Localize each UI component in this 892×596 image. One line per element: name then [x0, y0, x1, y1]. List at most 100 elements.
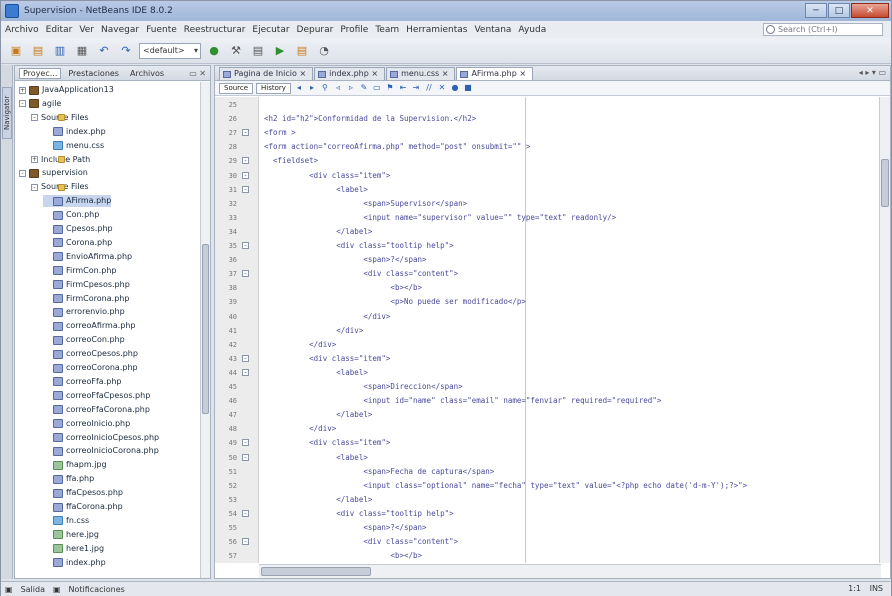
- tree-node[interactable]: correoCpesos.php: [43, 348, 138, 360]
- tree-node[interactable]: fhapm.jpg: [43, 459, 107, 471]
- tree-node[interactable]: index.php: [43, 557, 106, 569]
- close-tab-icon[interactable]: ×: [439, 69, 449, 78]
- expand-icon[interactable]: +: [31, 156, 38, 163]
- fold-icon[interactable]: -: [242, 538, 249, 546]
- menu-depurar[interactable]: Depurar: [297, 25, 334, 35]
- undo-icon[interactable]: ↶: [95, 42, 113, 60]
- fold-icon[interactable]: -: [242, 242, 249, 249]
- editor-tab[interactable]: menu.css ×: [386, 67, 456, 80]
- tree-node[interactable]: Con.php: [43, 209, 99, 221]
- bookmark-icon[interactable]: ⚑: [385, 83, 395, 93]
- tree-node[interactable]: correoInicioCpesos.php: [43, 432, 159, 444]
- menu-team[interactable]: Team: [375, 25, 399, 35]
- back-icon[interactable]: ◂: [294, 83, 304, 93]
- collapse-icon[interactable]: -: [19, 169, 26, 177]
- editor-vscroll-thumb[interactable]: [881, 159, 889, 207]
- tree-scrollbar[interactable]: [200, 82, 210, 578]
- tree-node[interactable]: + Include Path: [31, 154, 90, 166]
- menu-ejecutar[interactable]: Ejecutar: [252, 25, 289, 35]
- output-tab[interactable]: Salida: [21, 585, 45, 594]
- editor-horizontal-scrollbar[interactable]: [259, 564, 881, 578]
- tree-node[interactable]: + JavaApplication13: [19, 84, 114, 96]
- tree-node[interactable]: Cpesos.php: [43, 223, 113, 235]
- history-button[interactable]: History: [256, 82, 291, 94]
- editor-tab-buttons[interactable]: ◂ ▸ ▾ ▭: [859, 68, 886, 77]
- record-macro-icon[interactable]: ●: [450, 83, 460, 93]
- tree-node[interactable]: here.jpg: [43, 529, 99, 541]
- close-tab-icon[interactable]: ×: [517, 69, 526, 78]
- fold-icon[interactable]: -: [242, 439, 249, 447]
- tree-node[interactable]: menu.css: [43, 140, 104, 152]
- fold-icon[interactable]: -: [242, 354, 249, 362]
- tree-node[interactable]: index.php: [43, 126, 106, 138]
- editor-vertical-scrollbar[interactable]: [879, 97, 890, 563]
- fold-icon[interactable]: -: [242, 129, 249, 137]
- tree-node[interactable]: AFirma.php: [43, 195, 112, 208]
- tree-node[interactable]: fn.css: [43, 515, 89, 527]
- fold-icon[interactable]: -: [242, 270, 249, 278]
- editor-tab[interactable]: Pagina de Inicio ×: [219, 67, 314, 80]
- save-all-icon[interactable]: ▦: [73, 42, 91, 60]
- find-icon[interactable]: ⚲: [320, 83, 330, 93]
- tree-node[interactable]: correoAfirma.php: [43, 320, 136, 332]
- search-field[interactable]: Search (Ctrl+I): [763, 23, 883, 36]
- fold-icon[interactable]: -: [242, 368, 249, 376]
- editor-hscroll-thumb[interactable]: [261, 567, 371, 576]
- tree-node[interactable]: correoFfaCpesos.php: [43, 390, 150, 402]
- tree-node[interactable]: correoInicioCorona.php: [43, 445, 159, 457]
- close-tab-icon[interactable]: ×: [369, 69, 378, 78]
- tree-node[interactable]: ffaCorona.php: [43, 501, 123, 513]
- menu-ventana[interactable]: Ventana: [474, 25, 511, 35]
- run-icon[interactable]: ▶: [271, 42, 289, 60]
- fold-icon[interactable]: -: [242, 185, 249, 193]
- editor-tab[interactable]: AFirma.php ×: [456, 67, 534, 80]
- tree-node[interactable]: correoCon.php: [43, 334, 125, 346]
- menu-profile[interactable]: Profile: [340, 25, 368, 35]
- collapse-icon[interactable]: -: [31, 183, 38, 191]
- source-button[interactable]: Source: [219, 82, 254, 94]
- menu-reestructurar[interactable]: Reestructurar: [184, 25, 246, 35]
- tree-node[interactable]: - supervision: [19, 167, 88, 179]
- close-tab-icon[interactable]: ×: [297, 69, 306, 78]
- tree-node[interactable]: correoCorona.php: [43, 362, 138, 374]
- menu-ayuda[interactable]: Ayuda: [518, 25, 546, 35]
- tree-node[interactable]: correoInicio.php: [43, 418, 130, 430]
- menu-herramientas[interactable]: Herramientas: [406, 25, 467, 35]
- tree-node[interactable]: Corona.php: [43, 237, 112, 249]
- profile-icon[interactable]: ◔: [315, 42, 333, 60]
- forward-icon[interactable]: ▸: [307, 83, 317, 93]
- tree-node[interactable]: correoFfa.php: [43, 376, 121, 388]
- find-prev-icon[interactable]: ◃: [333, 83, 343, 93]
- maximize-button[interactable]: □: [828, 3, 850, 18]
- code-area[interactable]: <h2 id="h2">Conformidad de la Supervisio…: [260, 97, 880, 563]
- output-icon[interactable]: ▣: [5, 585, 13, 594]
- tree-node[interactable]: - Source Files: [31, 181, 89, 193]
- debug-icon[interactable]: ▤: [293, 42, 311, 60]
- open-project-icon[interactable]: ▥: [51, 42, 69, 60]
- comment-icon[interactable]: //: [424, 83, 434, 93]
- minimize-button[interactable]: ─: [805, 3, 827, 18]
- notifications-tab[interactable]: Notificaciones: [69, 585, 125, 594]
- new-project-icon[interactable]: ▣: [7, 42, 25, 60]
- close-button[interactable]: ✕: [851, 3, 889, 18]
- panel-buttons[interactable]: ▭ ✕: [189, 69, 206, 78]
- menu-fuente[interactable]: Fuente: [146, 25, 177, 35]
- navigator-tab[interactable]: Navigator: [2, 87, 12, 139]
- expand-icon[interactable]: +: [19, 86, 26, 94]
- tree-node[interactable]: errorenvio.php: [43, 306, 125, 318]
- editor-tab[interactable]: index.php ×: [314, 67, 386, 80]
- build-icon[interactable]: ▤: [249, 42, 267, 60]
- tree-node[interactable]: - Source Files: [31, 112, 89, 124]
- configuration-select[interactable]: <default>: [139, 42, 201, 59]
- notifications-icon[interactable]: ▣: [53, 585, 61, 594]
- toggle-highlight-icon[interactable]: ✎: [359, 83, 369, 93]
- new-file-icon[interactable]: ▤: [29, 42, 47, 60]
- nav-tab-2[interactable]: Archivos: [126, 68, 168, 79]
- toggle-rect-icon[interactable]: ▭: [372, 83, 382, 93]
- tree-node[interactable]: FirmCpesos.php: [43, 279, 130, 291]
- fold-icon[interactable]: -: [242, 157, 249, 165]
- tree-node[interactable]: EnvioAfirma.php: [43, 251, 132, 263]
- shift-left-icon[interactable]: ⇤: [398, 83, 408, 93]
- tree-node[interactable]: FirmCorona.php: [43, 293, 129, 305]
- menu-archivo[interactable]: Archivo: [5, 25, 39, 35]
